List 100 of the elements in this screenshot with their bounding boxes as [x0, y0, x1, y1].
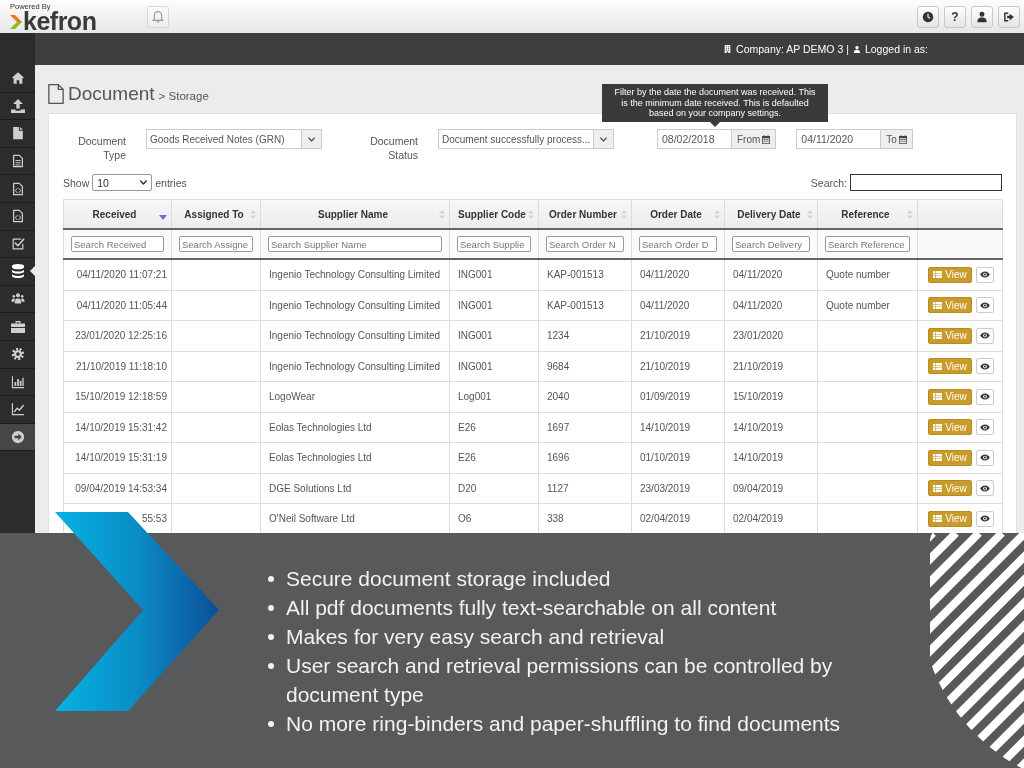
briefcase-icon — [10, 319, 25, 334]
document-lines-icon — [10, 154, 25, 169]
column-filter-field[interactable]: Search Supplie — [457, 236, 531, 252]
table-cell: 14/10/2019 15:31:19 — [63, 442, 172, 473]
eye-icon — [980, 393, 990, 401]
calendar-icon — [762, 134, 771, 144]
table-cell: D20 — [449, 473, 539, 504]
user-icon — [852, 44, 861, 54]
list-icon — [933, 362, 943, 370]
table-cell: ING001 — [449, 320, 539, 351]
date-from-button[interactable]: From — [732, 129, 777, 149]
settings-icon — [10, 347, 25, 362]
eye-icon — [980, 271, 990, 279]
table-cell: 1127 — [538, 473, 632, 504]
list-icon — [933, 332, 943, 340]
column-filter-field[interactable]: Search Supplier Name — [268, 236, 442, 252]
tooltip-pointer-icon — [710, 122, 720, 127]
logged-in-label: Logged in as: — [864, 43, 928, 55]
table-cell: KAP-001513 — [538, 290, 632, 321]
line-chart-icon — [10, 402, 25, 417]
table-cell: 9684 — [538, 351, 632, 382]
sidebar-item[interactable] — [0, 423, 35, 452]
bar-chart-icon — [10, 374, 25, 389]
table-cell: 04/11/2020 11:07:21 — [63, 259, 172, 290]
file-icon — [10, 126, 25, 141]
table-cell: 15/10/2019 — [724, 381, 818, 412]
table-cell: 04/11/2020 11:05:44 — [63, 290, 172, 321]
preview-button[interactable] — [976, 388, 994, 405]
document-type-select[interactable]: Goods Received Notes (GRN) — [146, 129, 322, 149]
column-filter-field[interactable]: Search Delivery — [732, 236, 810, 252]
table-cell: 09/04/2019 — [724, 473, 818, 504]
preview-button[interactable] — [976, 419, 994, 436]
file-icon — [48, 84, 64, 104]
date-from-field[interactable]: 08/02/2018 — [657, 129, 732, 149]
column-filter-field[interactable]: Search Order N — [546, 236, 624, 252]
preview-button[interactable] — [976, 510, 994, 527]
table-cell: Ingenio Technology Consulting Limited — [260, 259, 450, 290]
table-cell: 01/10/2019 — [631, 442, 725, 473]
table-cell: ING001 — [449, 351, 539, 382]
preview-button[interactable] — [976, 327, 994, 344]
list-icon — [933, 271, 943, 279]
user-icon — [976, 10, 988, 23]
date-to-button[interactable]: To — [881, 129, 913, 149]
eye-icon — [980, 332, 990, 340]
bullet-icon — [268, 634, 274, 640]
logout-button[interactable] — [998, 5, 1020, 28]
column-filter-field[interactable]: Search Assigne — [179, 236, 253, 252]
date-to-field[interactable]: 04/11/2020 — [796, 129, 882, 149]
page-size-select[interactable]: 10 — [92, 174, 153, 191]
check-square-icon — [10, 236, 25, 251]
list-icon — [933, 454, 943, 462]
table-cell: 09/04/2019 14:53:34 — [63, 473, 172, 504]
code-file-icon — [10, 209, 25, 224]
table-cell: 23/03/2019 — [631, 473, 725, 504]
table-cell: 01/09/2019 — [631, 381, 725, 412]
table-cell: 21/10/2019 11:18:10 — [63, 351, 172, 382]
preview-button[interactable] — [976, 297, 994, 314]
logo-text: kefron — [23, 11, 97, 32]
home-icon — [10, 71, 25, 86]
page-title: Document — [68, 83, 155, 105]
table-cell: 15/10/2019 12:18:59 — [63, 381, 172, 412]
preview-button[interactable] — [976, 266, 994, 283]
table-cell: Ingenio Technology Consulting Limited — [260, 290, 450, 321]
table-cell: ING001 — [449, 259, 539, 290]
feature-text: All pdf documents fully text-searchable on all content — [286, 595, 778, 621]
column-filter-field[interactable]: Search Reference — [825, 236, 910, 252]
document-status-select[interactable]: Document successfully process... — [438, 129, 614, 149]
database-icon — [10, 264, 25, 279]
help-button[interactable]: ? — [944, 5, 966, 28]
column-filter-field[interactable]: Search Order D — [639, 236, 717, 252]
eye-icon — [980, 484, 990, 492]
list-icon — [933, 393, 943, 401]
list-icon — [933, 484, 943, 492]
clock-icon — [922, 10, 934, 23]
entries-label: entries — [155, 176, 187, 189]
table-cell: Log001 — [449, 381, 539, 412]
table-cell: ING001 — [449, 290, 539, 321]
table-cell: LogoWear — [260, 381, 450, 412]
table-cell: 21/10/2019 — [631, 320, 725, 351]
table-cell: 04/11/2020 — [724, 290, 818, 321]
bell-icon — [152, 10, 164, 23]
feature-text: Secure document storage included — [286, 566, 612, 592]
logo-mark-icon — [10, 14, 22, 29]
history-button[interactable] — [917, 5, 939, 28]
notifications-button[interactable] — [147, 5, 169, 28]
column-filter-field[interactable]: Search Received — [71, 236, 164, 252]
eye-icon — [980, 362, 990, 370]
preview-button[interactable] — [976, 358, 994, 375]
profile-button[interactable] — [971, 5, 993, 28]
show-label: Show — [63, 176, 90, 189]
preview-button[interactable] — [976, 449, 994, 466]
table-cell: 1234 — [538, 320, 632, 351]
table-cell: 04/11/2020 — [724, 259, 818, 290]
bullet-icon — [268, 721, 274, 727]
table-cell: 04/11/2020 — [631, 259, 725, 290]
table-cell: Eolas Technologies Ltd — [260, 412, 450, 443]
search-field[interactable] — [850, 174, 1002, 191]
feature-text: User search and retrieval permissions can be controlled by document type — [286, 653, 834, 708]
preview-button[interactable] — [976, 480, 994, 497]
code-file-icon — [10, 181, 25, 196]
